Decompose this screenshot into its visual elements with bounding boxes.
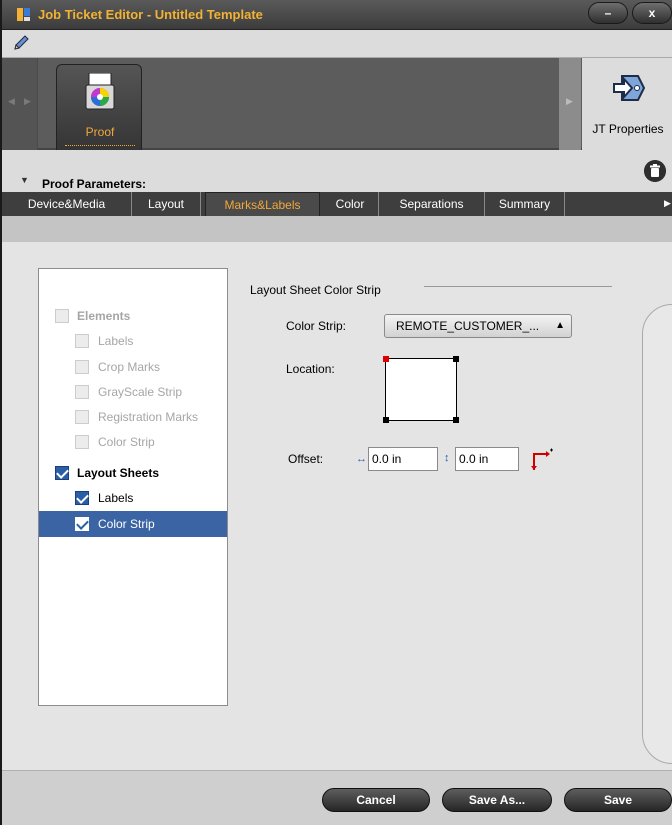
tab-layout[interactable]: Layout [132, 192, 201, 216]
panel-divider [424, 286, 612, 287]
tab-device-media[interactable]: Device&Media [2, 192, 132, 216]
job-ticket-editor-window: Job Ticket Editor - Untitled Template – … [0, 0, 672, 825]
panel-title: Layout Sheet Color Strip [250, 283, 381, 297]
window-title: Job Ticket Editor - Untitled Template [38, 7, 263, 22]
tree-item-registration-marks[interactable]: Registration Marks [39, 404, 227, 430]
tree-item-label: Crop Marks [98, 360, 161, 374]
jt-properties-button[interactable]: JT Properties [582, 58, 672, 150]
tree-item-layout-labels[interactable]: Labels [39, 485, 227, 511]
offset-y-input[interactable]: 0.0 in [455, 447, 519, 471]
trash-icon[interactable] [644, 160, 666, 182]
checkbox[interactable] [55, 309, 69, 323]
minimize-icon: – [604, 6, 612, 20]
proof-label: Proof [85, 125, 115, 139]
tabs-scroll-right-icon[interactable]: ▶ [664, 198, 671, 209]
checkbox-checked[interactable] [55, 466, 69, 480]
tree-item-label: Layout Sheets [77, 466, 160, 480]
window-controls: – x [588, 2, 672, 26]
tree-item-color-strip[interactable]: Color Strip [39, 429, 227, 455]
color-strip-value: REMOTE_CUSTOMER_... [396, 319, 540, 333]
close-button[interactable]: x [632, 2, 672, 24]
checkbox[interactable] [75, 385, 89, 399]
tree-item-labels[interactable]: Labels [39, 328, 227, 354]
offset-x-input[interactable]: 0.0 in [368, 447, 438, 471]
tree-item-layout-color-strip[interactable]: Color Strip [39, 511, 227, 537]
checkbox-checked[interactable] [75, 517, 89, 531]
parameter-tabs: Device&Media Layout Marks&Labels Color S… [2, 192, 672, 224]
job-ticket-app-icon [17, 8, 30, 21]
tree-item-label: GrayScale Strip [98, 385, 183, 399]
tree-item-label: Registration Marks [98, 410, 199, 424]
offset-origin-icon [531, 448, 553, 470]
tree-item-label: Labels [98, 491, 134, 505]
tree-item-label: Labels [98, 334, 134, 348]
checkbox[interactable] [75, 360, 89, 374]
location-handle-top-right[interactable] [453, 356, 459, 362]
cancel-button[interactable]: Cancel [322, 788, 430, 812]
marks-labels-content: Elements Labels Crop Marks GrayScale Str… [2, 242, 672, 770]
checkbox[interactable] [75, 435, 89, 449]
tree-item-crop-marks[interactable]: Crop Marks [39, 354, 227, 380]
edit-strip [2, 30, 672, 58]
tab-label: Separations [399, 197, 464, 211]
proof-module-button[interactable]: Proof [56, 64, 142, 156]
jt-properties-label: JT Properties [592, 122, 664, 136]
checkbox[interactable] [75, 410, 89, 424]
checkbox-checked[interactable] [75, 491, 89, 505]
location-handle-bottom-left[interactable] [383, 417, 389, 423]
location-picker[interactable] [383, 356, 459, 423]
proof-printer-icon [85, 73, 115, 110]
scroll-right-small-icon: ▶ [24, 96, 31, 106]
section-title: Proof Parameters: [42, 177, 147, 191]
tab-label: Device&Media [27, 197, 106, 211]
tab-summary[interactable]: Summary [485, 192, 565, 216]
close-icon: x [648, 6, 656, 20]
tab-separations[interactable]: Separations [379, 192, 485, 216]
module-toolbar: ◀ ▶ Proof ▶ JT Properties [2, 58, 672, 156]
tree-item-label: Color Strip [98, 435, 155, 449]
proof-underline [65, 143, 135, 146]
tab-label: Marks&Labels [224, 198, 301, 212]
tree-item-elements[interactable]: Elements [39, 303, 227, 329]
horizontal-offset-icon: ↔ [356, 453, 367, 465]
updown-arrow-icon: ▲ [555, 320, 565, 331]
scroll-left-icon: ◀ [8, 96, 15, 106]
offset-label: Offset: [288, 452, 324, 466]
location-label: Location: [286, 362, 335, 376]
proof-parameters-header: ▼ Proof Parameters: [2, 150, 672, 192]
pencil-icon[interactable] [12, 34, 30, 52]
tab-color[interactable]: Color [322, 192, 379, 216]
tab-subbar [2, 216, 672, 242]
tree-item-grayscale-strip[interactable]: GrayScale Strip [39, 379, 227, 405]
toolbar-scroll-left[interactable]: ◀ ▶ [2, 58, 38, 150]
preview-panel [642, 304, 672, 764]
tree-item-label: Elements [77, 309, 131, 323]
elements-tree: Elements Labels Crop Marks GrayScale Str… [38, 268, 228, 706]
tab-label: Summary [498, 197, 551, 211]
jt-properties-tag-icon [613, 75, 646, 101]
tab-label: Layout [147, 197, 185, 211]
color-strip-label: Color Strip: [286, 319, 347, 333]
tree-item-label: Color Strip [98, 517, 155, 531]
title-bar: Job Ticket Editor - Untitled Template – … [2, 0, 672, 30]
checkbox[interactable] [75, 334, 89, 348]
toolbar-scroll-right[interactable]: ▶ [559, 58, 581, 150]
vertical-offset-icon: ↕ [444, 452, 450, 464]
minimize-button[interactable]: – [588, 2, 628, 24]
tab-label: Color [335, 197, 365, 211]
dialog-footer: Cancel Save As... Save [2, 770, 672, 825]
save-as-button[interactable]: Save As... [442, 788, 552, 812]
scroll-right-icon: ▶ [566, 96, 573, 106]
location-handle-top-left-selected[interactable] [383, 356, 389, 362]
save-button[interactable]: Save [564, 788, 672, 812]
color-strip-select[interactable]: REMOTE_CUSTOMER_... ▲ [384, 314, 572, 338]
collapse-caret-icon[interactable]: ▼ [20, 175, 29, 185]
location-handle-bottom-right[interactable] [453, 417, 459, 423]
tree-item-layout-sheets[interactable]: Layout Sheets [39, 460, 227, 486]
